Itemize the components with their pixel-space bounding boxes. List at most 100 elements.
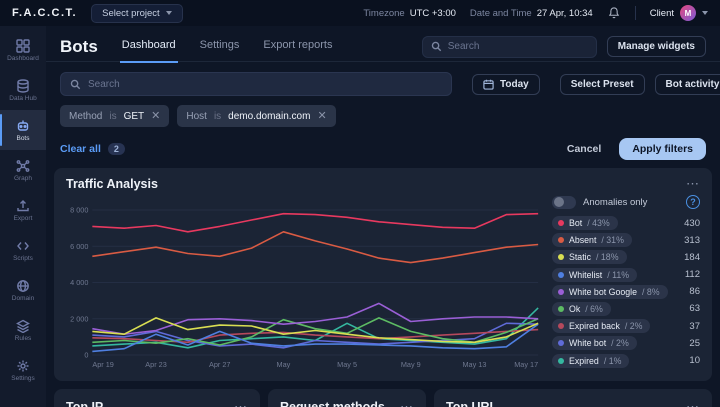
card-title: Request methods: [280, 400, 385, 407]
gear-icon: [16, 359, 30, 373]
legend-item[interactable]: Absent/ 31%313: [552, 233, 700, 247]
chip-operator: is: [214, 111, 221, 122]
datetime-label: Date and Time: [470, 8, 532, 19]
client-label: Client: [650, 8, 674, 19]
close-icon[interactable]: ✕: [317, 111, 326, 122]
bell-icon[interactable]: [607, 6, 621, 20]
svg-text:May 9: May 9: [401, 360, 421, 369]
more-icon[interactable]: ⋯: [686, 180, 700, 188]
sidebar-item-bots[interactable]: Bots: [0, 110, 46, 150]
request-methods-card: Request methods ⋯: [268, 389, 426, 407]
sidebar-item-label: Graph: [14, 175, 32, 182]
filter-search[interactable]: [60, 72, 452, 96]
anomalies-toggle[interactable]: [552, 196, 576, 209]
traffic-chart: 02 0004 0006 0008 000Apr 19Apr 23Apr 27M…: [66, 193, 544, 374]
select-project-label: Select project: [102, 8, 160, 19]
clear-all-button[interactable]: Clear all 2: [60, 143, 125, 155]
legend-color-dot: [558, 323, 564, 329]
tab-dashboard[interactable]: Dashboard: [120, 30, 178, 63]
svg-text:8 000: 8 000: [70, 205, 88, 214]
legend-item[interactable]: Static / 18% 184: [552, 250, 700, 264]
chart-legend: Anomalies only ? Bot/ 43%430Absent/ 31%3…: [552, 193, 700, 374]
legend-percent: / 2%: [611, 338, 629, 348]
close-icon[interactable]: ✕: [151, 111, 160, 122]
legend-count: 86: [689, 286, 700, 297]
sidebar-item-label: Domain: [12, 295, 34, 302]
help-icon[interactable]: ?: [686, 195, 700, 209]
sidebar-item-export[interactable]: Export: [0, 190, 46, 230]
filter-panel: Today Select Preset Bot activity Whiteli…: [46, 62, 720, 168]
manage-widgets-button[interactable]: Manage widgets: [607, 36, 706, 57]
legend-percent: / 43%: [587, 218, 610, 228]
legend-item[interactable]: Ok/ 6%63: [552, 302, 700, 316]
legend-item[interactable]: Expired back/ 2%37: [552, 319, 700, 333]
timezone-label: Timezone: [363, 8, 404, 19]
preset-bot-activity-button[interactable]: Bot activity: [655, 74, 720, 95]
sidebar-item-settings[interactable]: Settings: [0, 350, 46, 390]
sidebar-item-dashboard[interactable]: Dashboard: [0, 30, 46, 70]
calendar-icon: [483, 79, 494, 90]
client-menu[interactable]: Client M: [650, 5, 708, 21]
tab-settings[interactable]: Settings: [198, 30, 242, 63]
legend-item[interactable]: White bot Google/ 8%86: [552, 285, 700, 299]
legend-item[interactable]: White bot/ 2%25: [552, 336, 700, 350]
legend-label: Ok: [569, 304, 580, 314]
tab-export-reports[interactable]: Export reports: [261, 30, 334, 63]
legend-item[interactable]: Bot/ 43%430: [552, 216, 700, 230]
legend-percent: / 8%: [642, 287, 660, 297]
legend-percent: / 2%: [625, 321, 643, 331]
filter-count-badge: 2: [108, 143, 125, 155]
timezone: Timezone UTC +3:00: [363, 8, 456, 19]
more-icon[interactable]: ⋯: [686, 403, 700, 407]
sidebar-item-data-hub[interactable]: Data Hub: [0, 70, 46, 110]
sidebar-item-rules[interactable]: Rules: [0, 310, 46, 350]
cancel-button[interactable]: Cancel: [557, 139, 611, 159]
legend-item[interactable]: Whitelist/ 11%112: [552, 268, 700, 282]
legend-color-dot: [558, 289, 564, 295]
legend-label: Static: [569, 252, 591, 262]
card-title: Top IP: [66, 400, 103, 407]
legend-color-dot: [558, 220, 564, 226]
filter-search-input[interactable]: [88, 79, 442, 90]
search-input[interactable]: [448, 41, 588, 52]
more-icon[interactable]: ⋯: [400, 403, 414, 407]
line-chart: 02 0004 0006 0008 000Apr 19Apr 23Apr 27M…: [66, 193, 544, 371]
svg-text:May 13: May 13: [462, 360, 486, 369]
filter-chip-method[interactable]: Method is GET ✕: [60, 105, 169, 127]
select-preset-button[interactable]: Select Preset: [560, 74, 645, 95]
legend-color-dot: [558, 340, 564, 346]
widget-search[interactable]: [422, 36, 597, 58]
select-project-button[interactable]: Select project: [91, 4, 183, 23]
sidebar-item-domain[interactable]: Domain: [0, 270, 46, 310]
toggle-knob: [554, 197, 564, 207]
svg-text:Apr 19: Apr 19: [92, 360, 114, 369]
chevron-down-icon: [166, 11, 172, 15]
chart-series-bot: [92, 214, 538, 232]
more-icon[interactable]: ⋯: [234, 403, 248, 407]
datetime-value: 27 Apr, 10:34: [537, 8, 593, 19]
chart-series-absent: [92, 232, 538, 263]
timezone-value: UTC +3:00: [410, 8, 456, 19]
legend-percent: / 18%: [596, 252, 619, 262]
rules-icon: [16, 319, 30, 333]
chip-operator: is: [109, 111, 116, 122]
legend-percent: / 11%: [607, 270, 629, 280]
legend-count: 313: [684, 235, 700, 246]
sidebar-item-scripts[interactable]: Scripts: [0, 230, 46, 270]
globe-icon: [16, 279, 30, 293]
legend-count: 184: [684, 252, 700, 263]
sidebar-item-graph[interactable]: Graph: [0, 150, 46, 190]
today-button[interactable]: Today: [472, 74, 540, 95]
legend-label: Bot: [569, 218, 582, 228]
filter-chip-host[interactable]: Host is demo.domain.com ✕: [177, 105, 335, 127]
export-icon: [16, 199, 30, 213]
chevron-down-icon: [702, 11, 708, 15]
filter-chips: Method is GET ✕ Host is demo.domain.com …: [60, 105, 706, 127]
svg-text:May 17: May 17: [514, 360, 538, 369]
legend-color-dot: [558, 272, 564, 278]
chip-value: GET: [124, 111, 145, 122]
apply-filters-button[interactable]: Apply filters: [619, 138, 706, 160]
legend-item[interactable]: Expired/ 1%10: [552, 354, 700, 368]
legend-count: 25: [689, 338, 700, 349]
svg-text:May: May: [277, 360, 291, 369]
